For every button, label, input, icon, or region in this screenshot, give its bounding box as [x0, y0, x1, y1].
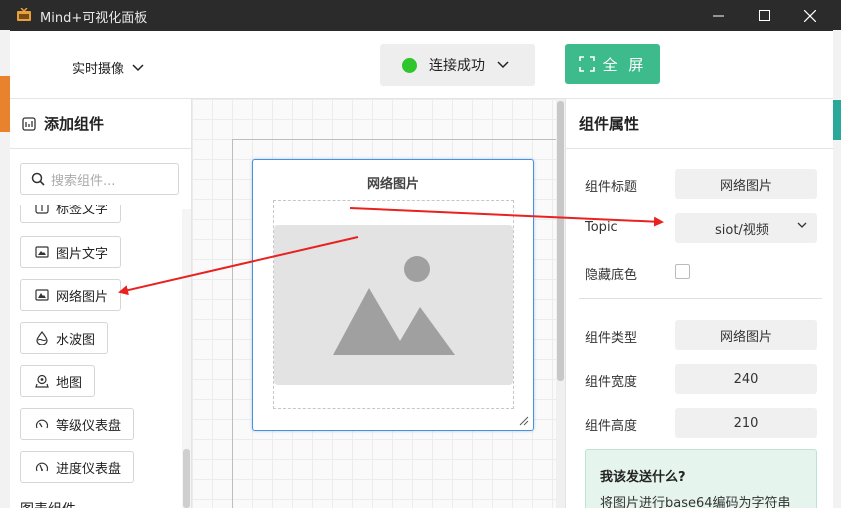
text-label-icon	[35, 205, 49, 214]
component-item-label: 网络图片	[56, 289, 109, 305]
component-search-input[interactable]: 搜索组件...	[20, 163, 179, 195]
chart-components-section-title: 图表组件	[20, 499, 76, 508]
chevron-down-icon	[797, 222, 807, 228]
component-properties-title: 组件属性	[566, 99, 833, 149]
add-component-header: 添加组件	[10, 99, 191, 149]
width-prop-input[interactable]: 240	[675, 364, 817, 394]
type-prop-label: 组件类型	[585, 331, 638, 346]
title-prop-input[interactable]: 网络图片	[675, 169, 817, 199]
width-prop-label: 组件宽度	[585, 375, 638, 390]
component-panel-icon	[22, 116, 36, 131]
chevron-down-icon	[497, 61, 509, 69]
help-tip-title: 我该发送什么?	[600, 470, 686, 485]
minimize-button[interactable]	[695, 0, 741, 31]
water-wave-icon	[35, 331, 49, 345]
canvas-scrollbar[interactable]	[556, 99, 565, 508]
chevron-down-icon	[132, 63, 144, 71]
search-placeholder: 搜索组件...	[51, 173, 116, 189]
component-list: 标签文字 图片文字 网络图片 水波图 地图 等级仪表盘 进度仪表盘	[10, 205, 182, 508]
top-toolbar: 实时摄像 连接成功 全 屏	[10, 31, 833, 99]
topic-prop-select[interactable]: siot/视频	[675, 213, 817, 243]
add-component-title: 添加组件	[44, 115, 105, 133]
component-item-map[interactable]: 地图	[20, 365, 96, 397]
scrollbar-thumb[interactable]	[183, 449, 190, 508]
image-text-icon	[35, 245, 49, 259]
properties-divider	[579, 298, 822, 299]
component-item-label: 等级仪表盘	[56, 418, 122, 434]
add-component-panel: 添加组件 搜索组件... 标签文字 图片文字 网络图片 水波图 地图 等级仪表盘…	[10, 99, 192, 508]
component-properties-panel: 组件属性 组件标题 网络图片 Topic siot/视频 隐藏底色 组件类型 网…	[565, 99, 833, 508]
component-item-label: 进度仪表盘	[56, 461, 122, 477]
level-gauge-icon	[35, 417, 49, 431]
maximize-button[interactable]	[741, 0, 787, 31]
resize-handle-icon[interactable]	[519, 416, 529, 426]
connection-status-label: 连接成功	[429, 58, 485, 74]
component-item-label: 图片文字	[56, 246, 109, 262]
map-icon	[35, 374, 49, 388]
app-logo-icon	[17, 8, 31, 21]
fullscreen-label: 全 屏	[602, 55, 647, 74]
component-list-scrollbar[interactable]	[182, 209, 191, 508]
height-prop-input[interactable]: 210	[675, 408, 817, 438]
camera-mode-label: 实时摄像	[72, 62, 125, 77]
design-canvas[interactable]: 网络图片	[192, 99, 565, 508]
component-item-label: 地图	[56, 375, 83, 391]
camera-mode-select[interactable]: 实时摄像	[72, 58, 144, 77]
type-prop-value: 网络图片	[675, 320, 817, 350]
topic-prop-label: Topic	[585, 220, 618, 235]
connection-status-button[interactable]: 连接成功	[380, 44, 535, 86]
component-item-web-image[interactable]: 网络图片	[20, 279, 122, 311]
help-tip-text: 将图片进行base64编码为字符串	[600, 496, 791, 508]
hide-bg-checkbox[interactable]	[675, 264, 690, 279]
component-item-water-wave[interactable]: 水波图	[20, 322, 109, 354]
widget-title: 网络图片	[366, 177, 419, 192]
component-item-level-gauge[interactable]: 等级仪表盘	[20, 408, 135, 440]
height-prop-label: 组件高度	[585, 419, 638, 434]
component-item-label: 水波图	[56, 332, 96, 348]
close-icon	[804, 9, 816, 22]
fullscreen-button[interactable]: 全 屏	[565, 44, 660, 84]
component-item-image-text[interactable]: 图片文字	[20, 236, 122, 268]
web-image-widget[interactable]: 网络图片	[252, 159, 534, 431]
title-bar: Mind+可视化面板	[10, 0, 833, 31]
title-prop-label: 组件标题	[585, 180, 638, 195]
image-area	[273, 200, 514, 409]
background-app-right	[833, 0, 841, 508]
search-icon	[31, 172, 45, 186]
topic-prop-value: siot/视频	[715, 222, 769, 238]
window-title: Mind+可视化面板	[40, 11, 148, 26]
image-placeholder-icon	[333, 256, 455, 355]
close-button[interactable]	[787, 0, 833, 31]
help-tip-box: 我该发送什么? 将图片进行base64编码为字符串	[585, 449, 817, 508]
background-app-left	[0, 0, 10, 508]
web-image-icon	[35, 288, 49, 302]
component-item-text-label[interactable]: 标签文字	[20, 205, 122, 223]
scrollbar-thumb[interactable]	[557, 101, 564, 381]
app-window: Mind+可视化面板 实时摄像 连接成功 全 屏 添加组件 搜索组件... 标签…	[10, 0, 833, 508]
image-placeholder	[274, 225, 513, 385]
connection-status-dot	[402, 57, 417, 73]
component-item-progress-gauge[interactable]: 进度仪表盘	[20, 451, 135, 483]
progress-gauge-icon	[35, 460, 49, 474]
component-item-label: 标签文字	[56, 205, 109, 217]
minimize-icon	[712, 15, 724, 17]
fullscreen-icon	[578, 56, 595, 72]
hide-bg-prop-label: 隐藏底色	[585, 268, 638, 283]
maximize-icon	[758, 10, 770, 21]
